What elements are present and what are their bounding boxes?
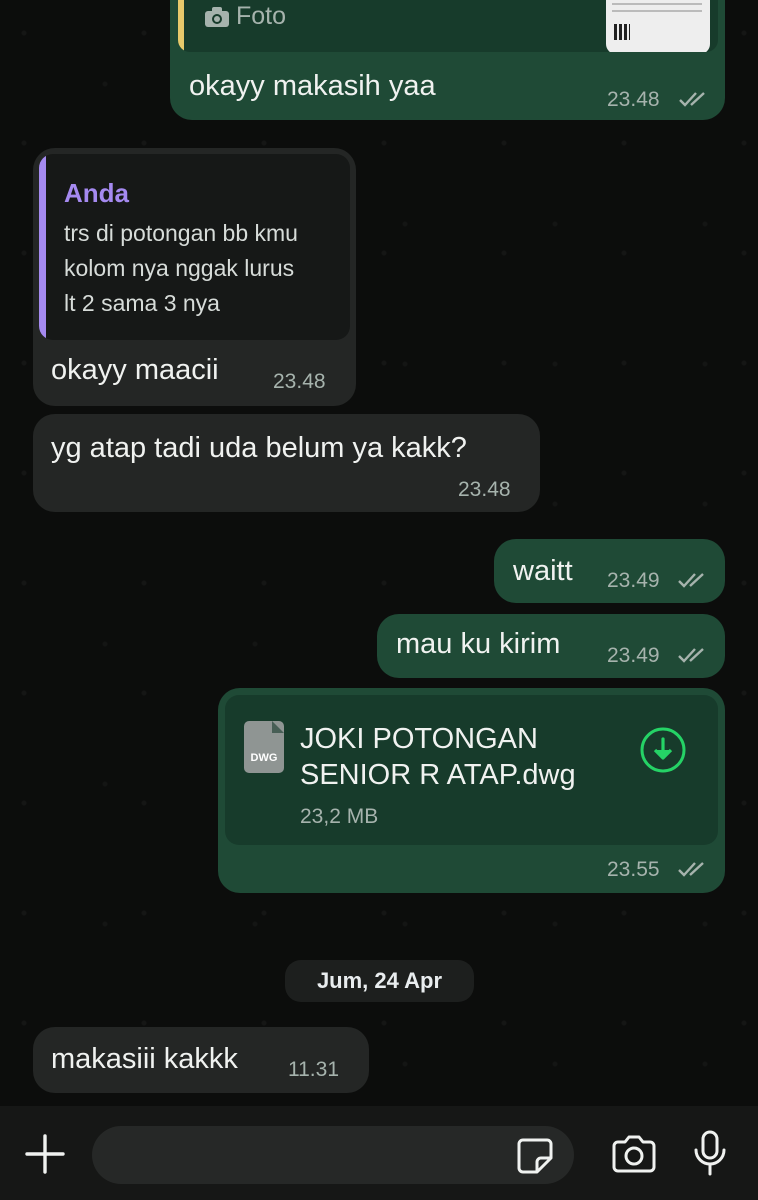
sticker-icon[interactable] bbox=[515, 1136, 555, 1176]
file-name-line: JOKI POTONGAN bbox=[300, 723, 538, 755]
double-check-icon bbox=[679, 92, 705, 107]
message-text: okayy maacii bbox=[51, 354, 219, 386]
photo-caption: Foto bbox=[236, 2, 287, 30]
quote-line: trs di potongan bb kmu bbox=[64, 220, 298, 246]
message-text: makasiii kakkk bbox=[51, 1043, 238, 1075]
camera-icon[interactable] bbox=[610, 1134, 658, 1174]
quoted-photo-preview[interactable]: Foto bbox=[178, 0, 718, 52]
file-icon: DWG bbox=[244, 721, 284, 773]
double-check-icon bbox=[678, 862, 704, 877]
qr-code bbox=[614, 24, 630, 40]
message-bubble-incoming[interactable]: yg atap tadi uda belum ya kakk? 23.48 bbox=[33, 414, 540, 512]
message-bubble-outgoing[interactable]: waitt 23.49 bbox=[494, 539, 725, 603]
plus-icon[interactable] bbox=[23, 1132, 67, 1176]
message-bubble-outgoing[interactable]: Foto okayy makasih yaa 23.48 bbox=[170, 0, 725, 120]
message-time: 23.55 bbox=[607, 858, 660, 881]
message-bubble-outgoing[interactable]: mau ku kirim 23.49 bbox=[377, 614, 725, 678]
message-text: okayy makasih yaa bbox=[189, 70, 436, 102]
document-lines bbox=[612, 0, 702, 16]
double-check-icon bbox=[678, 648, 704, 663]
message-time: 23.48 bbox=[607, 88, 660, 111]
message-text: yg atap tadi uda belum ya kakk? bbox=[51, 432, 467, 464]
date-separator: Jum, 24 Apr bbox=[285, 960, 474, 1002]
file-corner bbox=[272, 721, 284, 733]
photo-thumbnail[interactable] bbox=[606, 0, 710, 52]
quote-line: kolom nya nggak lurus bbox=[64, 255, 295, 281]
double-check-icon bbox=[678, 573, 704, 588]
message-bubble-outgoing-document[interactable]: DWG JOKI POTONGAN SENIOR R ATAP.dwg 23,2… bbox=[218, 688, 725, 893]
file-size: 23,2 MB bbox=[300, 805, 379, 828]
message-time: 23.49 bbox=[607, 644, 660, 667]
message-text: mau ku kirim bbox=[396, 628, 561, 660]
quote-accent-bar bbox=[39, 154, 46, 340]
message-bubble-incoming[interactable]: makasiii kakkk 11.31 bbox=[33, 1027, 369, 1093]
camera-small-icon bbox=[205, 7, 229, 27]
quote-author: Anda bbox=[64, 178, 129, 208]
file-name-line: SENIOR R ATAP.dwg bbox=[300, 759, 576, 791]
message-text: waitt bbox=[513, 555, 573, 587]
message-input[interactable] bbox=[92, 1126, 574, 1184]
quote-line: lt 2 sama 3 nya bbox=[64, 290, 220, 316]
quote-accent-bar bbox=[178, 0, 184, 52]
message-time: 11.31 bbox=[288, 1058, 339, 1081]
mic-icon[interactable] bbox=[692, 1130, 728, 1178]
message-time: 23.49 bbox=[607, 569, 660, 592]
message-time: 23.48 bbox=[458, 478, 511, 501]
download-icon[interactable] bbox=[638, 725, 688, 775]
message-time: 23.48 bbox=[273, 370, 326, 393]
file-type-label: DWG bbox=[250, 752, 278, 764]
quoted-message[interactable]: Anda trs di potongan bb kmu kolom nya ng… bbox=[39, 154, 350, 340]
document-card[interactable]: DWG JOKI POTONGAN SENIOR R ATAP.dwg 23,2… bbox=[225, 695, 718, 845]
message-bubble-incoming[interactable]: Anda trs di potongan bb kmu kolom nya ng… bbox=[33, 148, 356, 406]
